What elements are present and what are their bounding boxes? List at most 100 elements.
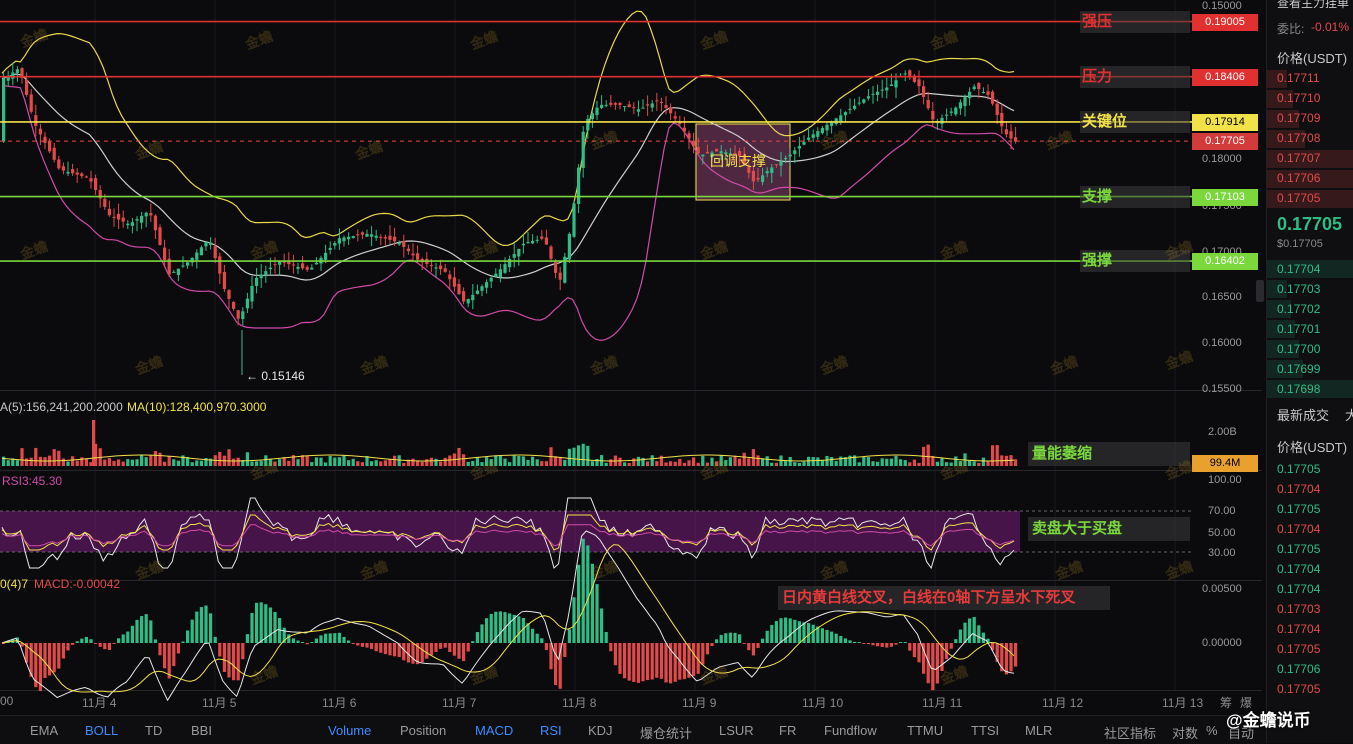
candle-body xyxy=(871,93,875,95)
candle-body xyxy=(981,91,985,93)
candle-body xyxy=(600,104,604,108)
toolbar-indicator-0[interactable]: Volume xyxy=(328,723,371,738)
volume-bar xyxy=(305,455,309,466)
candle-body xyxy=(995,103,999,115)
candle-body xyxy=(121,217,125,222)
macd-axis-tick: 0.00500 xyxy=(1202,583,1242,595)
macd-histogram-bar xyxy=(834,633,838,643)
toolbar-community-indicators[interactable]: 社区指标 xyxy=(1104,723,1156,742)
macd-histogram-bar xyxy=(158,643,162,656)
volume-bar xyxy=(995,445,999,466)
volume-bar xyxy=(761,458,765,466)
candle-body xyxy=(503,264,507,273)
level-label-support: 支撑 xyxy=(1080,185,1190,208)
indicator-toolbar: EMA BOLL TD BBI Volume Position MACD RSI KDJ 爆仓统计… xyxy=(0,715,1266,744)
volume-bar xyxy=(75,460,79,466)
toolbar-indicator-8[interactable]: Fundflow xyxy=(824,723,877,738)
volume-bar xyxy=(880,458,884,466)
toolbar-indicator-9[interactable]: TTMU xyxy=(907,723,943,738)
volume-bar xyxy=(273,461,277,466)
candle-body xyxy=(296,266,300,269)
macd-histogram-bar xyxy=(563,643,567,657)
toolbar-overlay-td[interactable]: TD xyxy=(145,723,162,738)
toolbar-indicator-5[interactable]: 爆仓统计 xyxy=(640,723,692,742)
candle-body xyxy=(222,272,226,290)
candle-body xyxy=(544,237,548,245)
panel-collapse-handle[interactable] xyxy=(1256,280,1264,302)
candle-body xyxy=(360,232,364,235)
volume-bar xyxy=(940,458,944,466)
macd-histogram-bar xyxy=(117,638,121,643)
macd-histogram-bar xyxy=(121,634,125,643)
volume-bar xyxy=(636,456,640,466)
volume-bar xyxy=(107,458,111,466)
candle-body xyxy=(126,223,130,226)
candle-body xyxy=(462,291,466,302)
volume-bar xyxy=(788,456,792,466)
toolbar-indicator-3[interactable]: RSI xyxy=(540,723,562,738)
volume-bar xyxy=(439,461,443,466)
macd-histogram-bar xyxy=(163,643,167,669)
toolbar-indicator-10[interactable]: TTSI xyxy=(971,723,999,738)
volume-bar xyxy=(416,461,420,466)
candle-body xyxy=(480,286,484,291)
toolbar-log-scale[interactable]: 对数 xyxy=(1172,723,1198,742)
macd-histogram-bar xyxy=(963,622,967,643)
toolbar-percent-scale[interactable]: % xyxy=(1206,723,1218,738)
candle-body xyxy=(903,73,907,75)
toolbar-overlay-bbi[interactable]: BBI xyxy=(191,723,212,738)
rsi-axis-tick: 50.00 xyxy=(1208,527,1236,539)
candle-body xyxy=(15,69,19,74)
candle-body xyxy=(218,256,222,274)
toolbar-indicator-1[interactable]: Position xyxy=(400,723,446,738)
toolbar-indicator-7[interactable]: FR xyxy=(779,723,796,738)
candle-body xyxy=(802,141,806,145)
macd-histogram-bar xyxy=(485,618,489,643)
volume-bar xyxy=(696,462,700,466)
macd-histogram-bar xyxy=(475,632,479,643)
volume-bar xyxy=(531,456,535,466)
volume-bar xyxy=(991,445,995,466)
toolbar-overlay-boll[interactable]: BOLL xyxy=(85,723,118,738)
candle-body xyxy=(595,107,599,116)
macd-histogram-bar xyxy=(825,629,829,643)
macd-histogram-bar xyxy=(195,611,199,643)
candle-body xyxy=(314,262,318,265)
candle-body xyxy=(894,80,898,88)
candle-body xyxy=(181,265,185,267)
macd-histogram-bar xyxy=(439,643,443,649)
pullback-support-label: 回调支撑 xyxy=(710,153,766,169)
toolbar-indicator-6[interactable]: LSUR xyxy=(719,723,754,738)
macd-histogram-bar xyxy=(75,641,79,643)
macd-histogram-bar xyxy=(581,538,585,643)
candle-body xyxy=(922,86,926,97)
orderbook-ratio-label: 委比: xyxy=(1277,22,1305,36)
macd-histogram-bar xyxy=(554,643,558,685)
candle-body xyxy=(268,267,272,270)
macd-histogram-bar xyxy=(770,624,774,643)
macd-histogram-bar xyxy=(471,641,475,643)
macd-histogram-bar xyxy=(1014,643,1018,667)
candle-body xyxy=(61,166,65,171)
toolbar-overlay-ema[interactable]: EMA xyxy=(30,723,58,738)
toolbar-indicator-11[interactable]: MLR xyxy=(1025,723,1052,738)
candle-body xyxy=(337,238,341,244)
orderbook-mid-price: 0.17705 xyxy=(1277,214,1343,234)
x-axis-tick: 11月 7 xyxy=(442,696,477,710)
latest-trade-row: 0.17705 xyxy=(1277,682,1321,696)
volume-bar xyxy=(195,460,199,466)
latest-trade-row: 0.17704 xyxy=(1277,582,1321,596)
candle-body xyxy=(917,79,921,87)
candle-body xyxy=(259,274,263,279)
volume-bar xyxy=(825,455,829,466)
candle-body xyxy=(687,133,691,139)
volume-bar xyxy=(296,459,300,466)
toolbar-indicator-4[interactable]: KDJ xyxy=(588,723,613,738)
orderbook-ask-row: 0.17709 xyxy=(1277,111,1321,125)
toolbar-indicator-2[interactable]: MACD xyxy=(475,723,513,738)
macd-histogram-bar xyxy=(227,643,231,678)
macd-histogram-bar xyxy=(756,643,760,649)
candle-body xyxy=(517,248,521,257)
volume-bar xyxy=(117,459,121,466)
macd-histogram-bar xyxy=(140,616,144,643)
